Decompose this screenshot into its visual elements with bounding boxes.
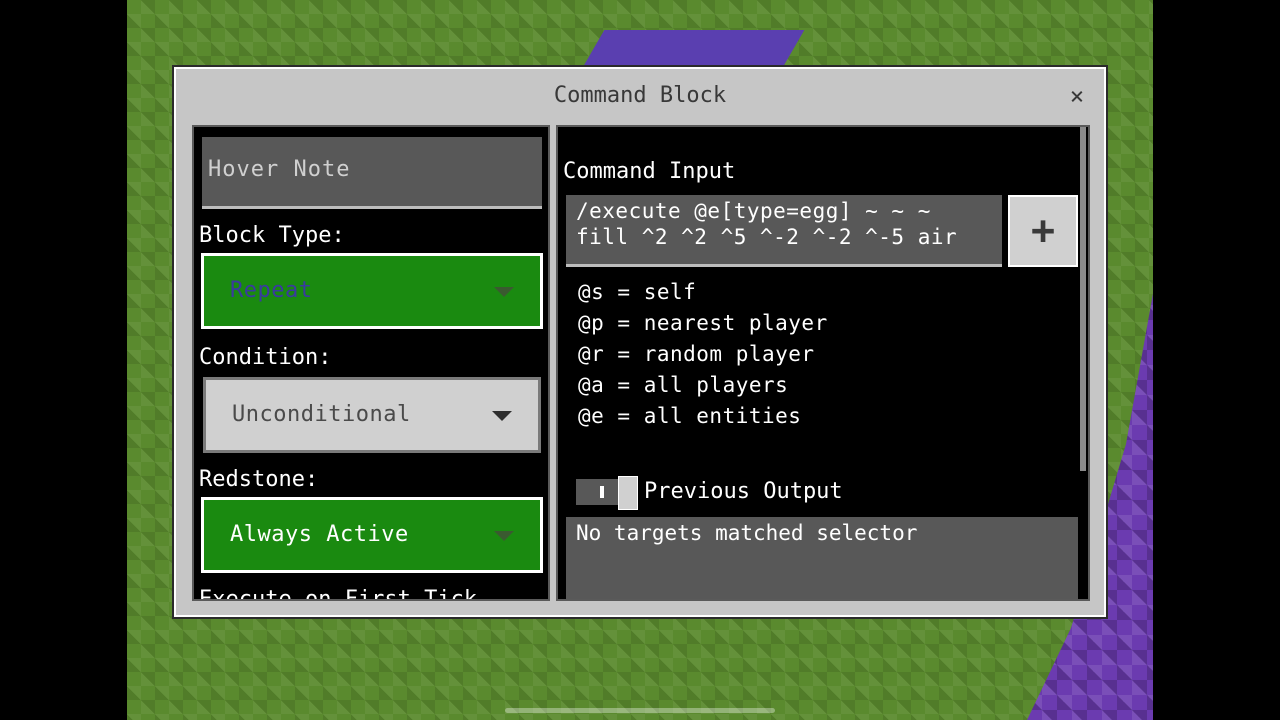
- left-settings-panel: Hover Note Block Type: Repeat Condition:…: [192, 125, 550, 601]
- execute-first-tick-label: Execute on First Tick: [199, 587, 478, 601]
- redstone-value: Always Active: [230, 522, 409, 547]
- condition-value: Unconditional: [232, 402, 411, 427]
- command-line: /execute @e[type=egg] ~ ~ ~: [576, 199, 931, 223]
- chevron-down-icon: [494, 531, 514, 541]
- command-input-field[interactable]: /execute @e[type=egg] ~ ~ ~ fill ^2 ^2 ^…: [566, 195, 1002, 267]
- list-item: @r = random player: [578, 342, 815, 366]
- scrollbar-thumb[interactable]: [1080, 127, 1086, 471]
- right-command-panel: Command Input /execute @e[type=egg] ~ ~ …: [556, 125, 1090, 601]
- block-type-label: Block Type:: [199, 223, 345, 248]
- letterbox-left: [0, 0, 127, 720]
- condition-dropdown[interactable]: Unconditional: [203, 377, 541, 453]
- redstone-label: Redstone:: [199, 467, 319, 492]
- toggle-knob[interactable]: [618, 476, 638, 510]
- command-block-dialog: Command Block × Hover Note Block Type: R…: [174, 67, 1106, 617]
- hover-note-input[interactable]: Hover Note: [202, 137, 542, 209]
- letterbox-right: [1153, 0, 1280, 720]
- list-item: @s = self: [578, 280, 697, 304]
- chevron-down-icon: [494, 287, 514, 297]
- chevron-down-icon: [492, 411, 512, 421]
- list-item: @p = nearest player: [578, 311, 828, 335]
- add-button[interactable]: +: [1008, 195, 1078, 267]
- command-input-label: Command Input: [563, 159, 736, 184]
- close-icon[interactable]: ×: [1066, 84, 1088, 108]
- redstone-dropdown[interactable]: Always Active: [201, 497, 543, 573]
- previous-output-text: No targets matched selector: [566, 517, 1078, 599]
- command-line: fill ^2 ^2 ^5 ^-2 ^-2 ^-5 air: [576, 225, 958, 249]
- block-type-value: Repeat: [230, 278, 313, 303]
- condition-label: Condition:: [199, 345, 332, 370]
- toggle-bar-icon: [600, 486, 604, 498]
- list-item: @e = all entities: [578, 404, 802, 428]
- previous-output-toggle[interactable]: [576, 476, 640, 510]
- dialog-title: Command Block: [553, 83, 727, 108]
- block-type-dropdown[interactable]: Repeat: [201, 253, 543, 329]
- home-indicator: [505, 708, 775, 713]
- previous-output-label: Previous Output: [644, 479, 843, 504]
- selector-help-list: @s = self @p = nearest player @r = rando…: [578, 277, 828, 432]
- list-item: @a = all players: [578, 373, 789, 397]
- scrollbar[interactable]: [1078, 127, 1088, 599]
